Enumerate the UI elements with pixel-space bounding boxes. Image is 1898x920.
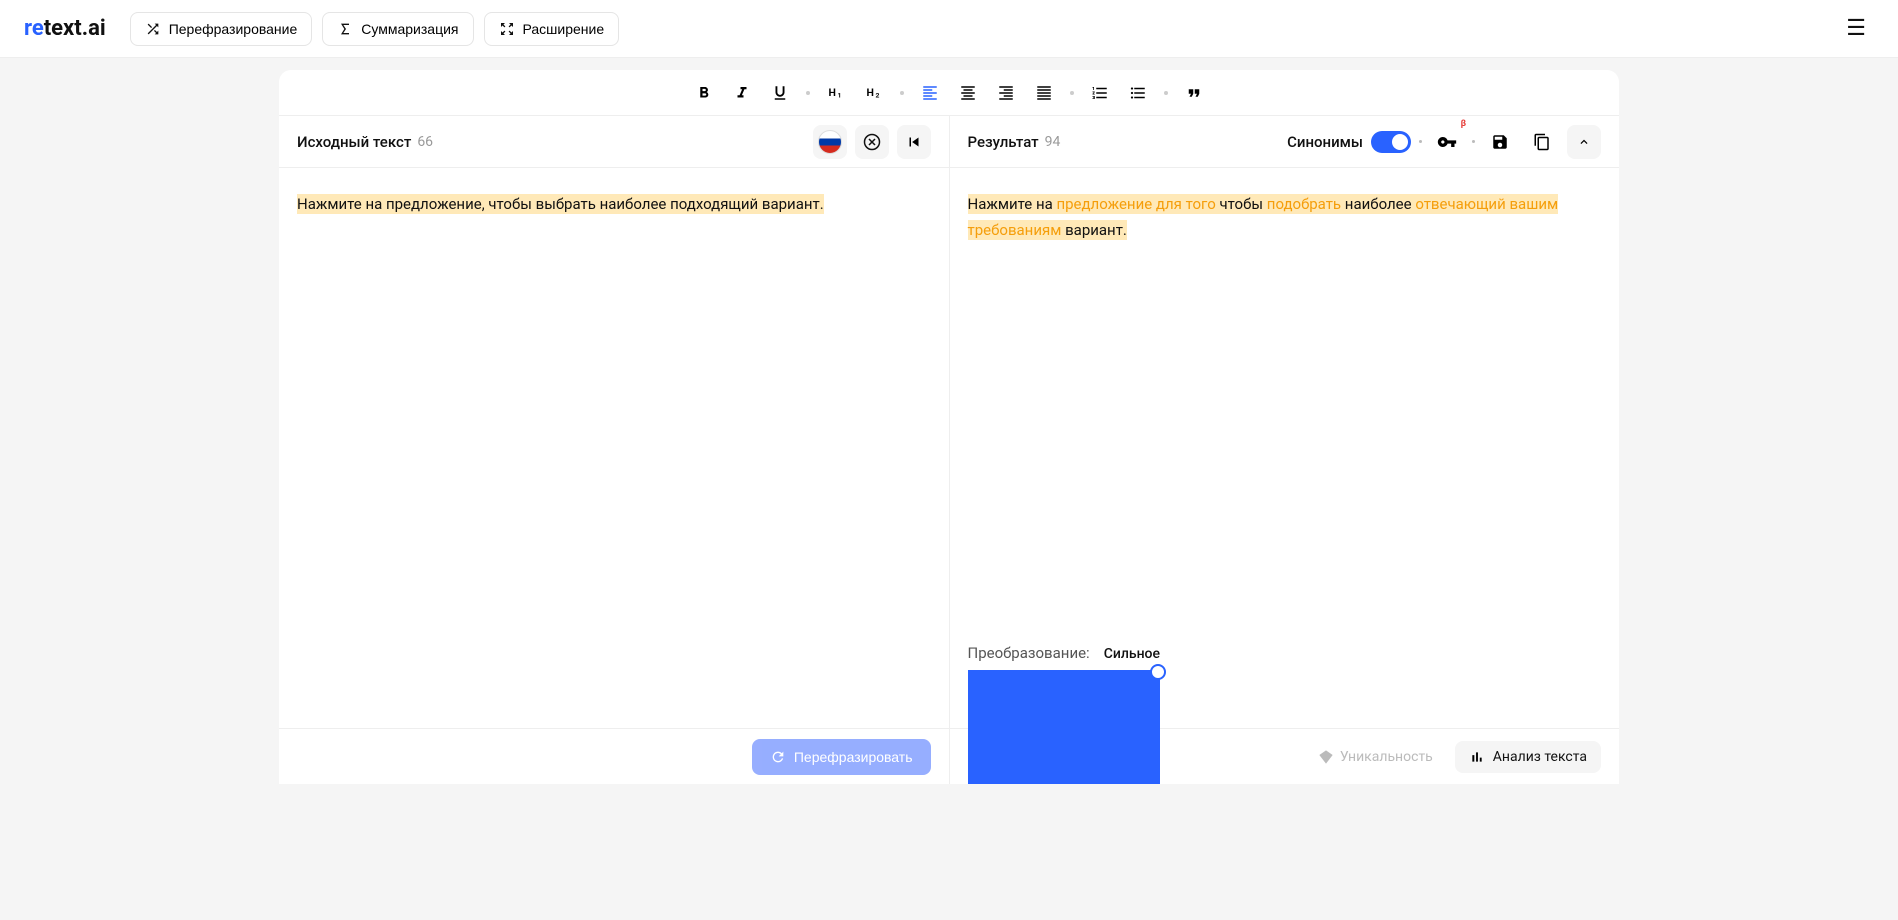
editor-container: H1 H2 Исходный текст 66 Результат 94 Син… bbox=[279, 70, 1619, 784]
separator bbox=[900, 91, 904, 95]
save-icon bbox=[1491, 133, 1509, 151]
logo[interactable]: retext.ai bbox=[24, 16, 106, 41]
collapse-button[interactable] bbox=[1567, 125, 1601, 159]
transform-slider[interactable] bbox=[968, 670, 1161, 785]
separator bbox=[1472, 140, 1475, 143]
chart-icon bbox=[1469, 749, 1485, 765]
footer: Перефразировать Преобразование: Сильное … bbox=[279, 728, 1619, 784]
transform-control: Преобразование: Сильное bbox=[968, 644, 1161, 785]
source-sentence[interactable]: Нажмите на предложение, чтобы выбрать на… bbox=[297, 194, 824, 214]
separator bbox=[1164, 91, 1168, 95]
top-bar: retext.ai Перефразирование Суммаризация … bbox=[0, 0, 1898, 58]
separator bbox=[1070, 91, 1074, 95]
mode-expand[interactable]: Расширение bbox=[484, 12, 620, 46]
chevron-first-icon bbox=[905, 133, 923, 151]
panel-headers: Исходный текст 66 Результат 94 Синонимы … bbox=[279, 116, 1619, 168]
flag-ru-icon bbox=[818, 130, 842, 154]
uniqueness-button[interactable]: Уникальность bbox=[1306, 741, 1445, 773]
result-title: Результат bbox=[968, 133, 1039, 151]
result-header: Результат 94 Синонимы β bbox=[950, 116, 1620, 167]
footer-left: Перефразировать bbox=[279, 729, 950, 784]
copy-button[interactable] bbox=[1525, 125, 1559, 159]
align-right-button[interactable] bbox=[990, 77, 1022, 109]
expand-icon bbox=[499, 21, 515, 37]
transform-label: Преобразование: bbox=[968, 644, 1090, 662]
source-count: 66 bbox=[417, 134, 433, 150]
separator bbox=[1419, 140, 1422, 143]
key-button[interactable]: β bbox=[1430, 125, 1464, 159]
beta-badge: β bbox=[1461, 119, 1466, 129]
language-button[interactable] bbox=[813, 125, 847, 159]
h1-button[interactable]: H1 bbox=[820, 77, 852, 109]
align-left-button[interactable] bbox=[914, 77, 946, 109]
save-button[interactable] bbox=[1483, 125, 1517, 159]
quote-button[interactable] bbox=[1178, 77, 1210, 109]
result-sentence[interactable]: Нажмите на предложение для того чтобы по… bbox=[968, 194, 1559, 240]
copy-icon bbox=[1533, 133, 1551, 151]
content-area: Нажмите на предложение, чтобы выбрать на… bbox=[279, 168, 1619, 728]
shuffle-icon bbox=[145, 21, 161, 37]
key-icon bbox=[1437, 132, 1457, 152]
diamond-icon bbox=[1318, 749, 1334, 765]
mode-buttons: Перефразирование Суммаризация Расширение bbox=[130, 12, 619, 46]
bold-button[interactable] bbox=[688, 77, 720, 109]
mode-summarize[interactable]: Суммаризация bbox=[322, 12, 473, 46]
clear-button[interactable] bbox=[855, 125, 889, 159]
source-header: Исходный текст 66 bbox=[279, 116, 950, 167]
separator bbox=[806, 91, 810, 95]
transform-value: Сильное bbox=[1104, 646, 1160, 662]
underline-button[interactable] bbox=[764, 77, 796, 109]
svg-text:H: H bbox=[829, 86, 836, 99]
synonyms-toggle[interactable] bbox=[1371, 131, 1411, 153]
menu-icon[interactable]: ☰ bbox=[1838, 12, 1874, 45]
align-justify-button[interactable] bbox=[1028, 77, 1060, 109]
sigma-icon bbox=[337, 21, 353, 37]
close-circle-icon bbox=[863, 133, 881, 151]
unordered-list-button[interactable] bbox=[1122, 77, 1154, 109]
mode-rephrase[interactable]: Перефразирование bbox=[130, 12, 313, 46]
format-toolbar: H1 H2 bbox=[279, 70, 1619, 116]
synonyms-label: Синонимы bbox=[1287, 133, 1363, 151]
align-center-button[interactable] bbox=[952, 77, 984, 109]
h2-button[interactable]: H2 bbox=[858, 77, 890, 109]
source-text-area[interactable]: Нажмите на предложение, чтобы выбрать на… bbox=[279, 168, 950, 728]
analysis-button[interactable]: Анализ текста bbox=[1455, 741, 1601, 773]
source-title: Исходный текст bbox=[297, 133, 411, 151]
footer-right: Преобразование: Сильное Уникальность Ана… bbox=[950, 729, 1620, 784]
rephrase-button[interactable]: Перефразировать bbox=[752, 739, 931, 775]
refresh-icon bbox=[770, 749, 786, 765]
svg-text:1: 1 bbox=[838, 91, 842, 99]
italic-button[interactable] bbox=[726, 77, 758, 109]
result-count: 94 bbox=[1045, 134, 1061, 150]
svg-text:H: H bbox=[867, 86, 874, 99]
svg-text:2: 2 bbox=[876, 91, 880, 99]
ordered-list-button[interactable] bbox=[1084, 77, 1116, 109]
collapse-left-button[interactable] bbox=[897, 125, 931, 159]
chevron-up-icon bbox=[1577, 135, 1591, 149]
